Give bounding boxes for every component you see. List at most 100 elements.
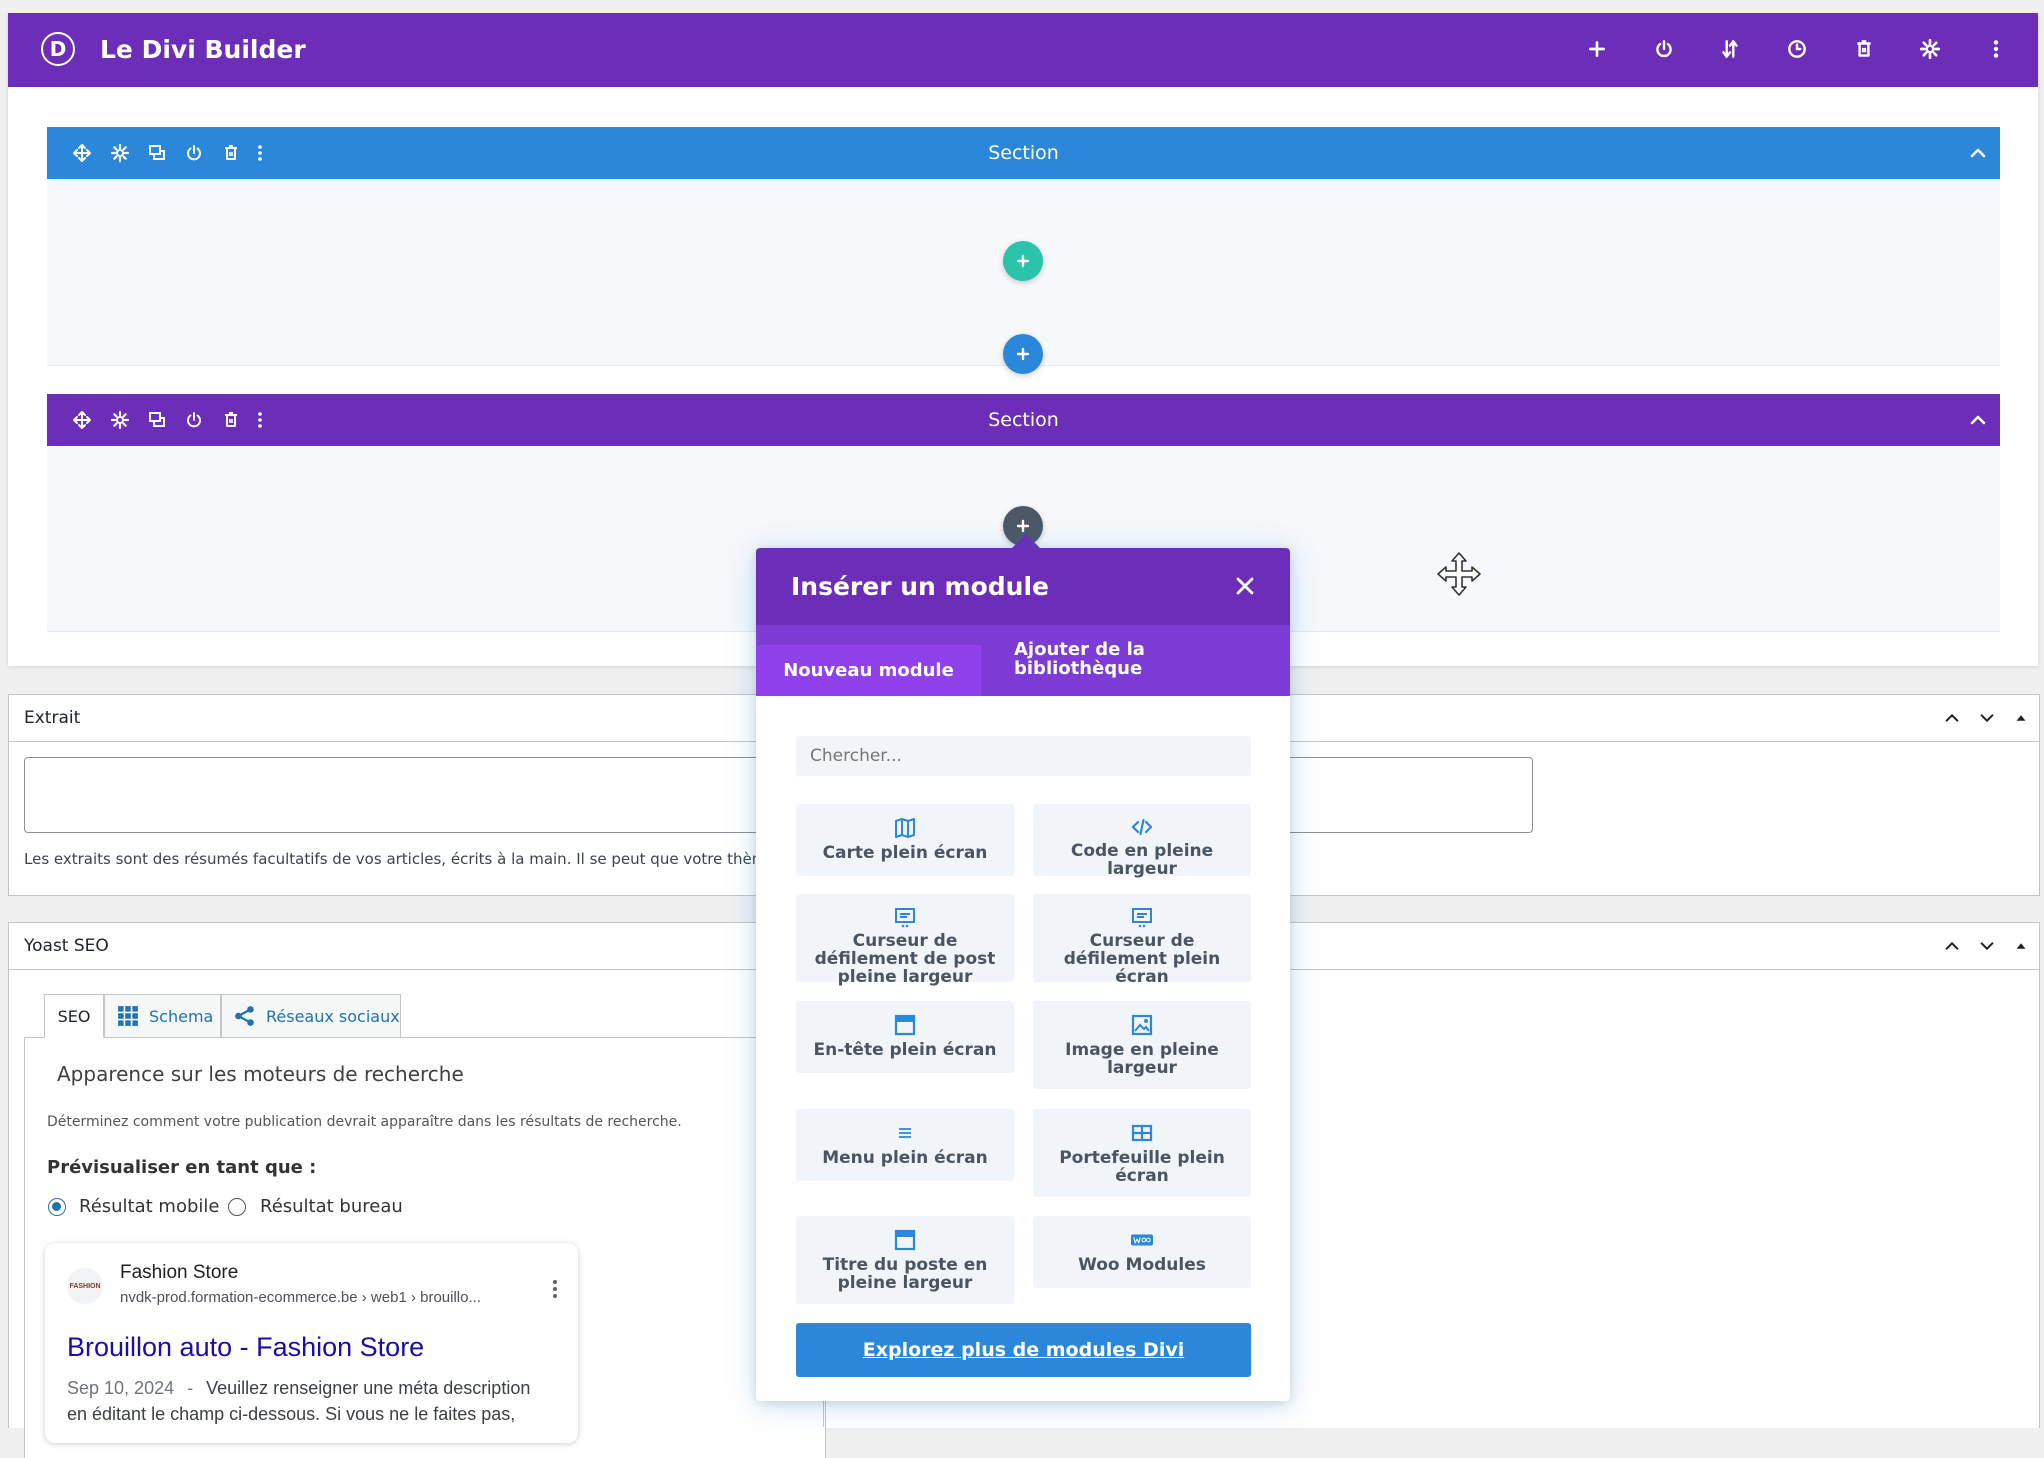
title-icon: [892, 1228, 918, 1252]
slider-icon: [892, 906, 918, 928]
share-icon: [235, 1006, 254, 1026]
module-fullwidth-post-title[interactable]: Titre du poste en pleine largeur: [796, 1216, 1014, 1304]
trash-icon[interactable]: [218, 407, 244, 433]
modal-header: Insérer un module: [756, 548, 1290, 625]
close-icon[interactable]: [1231, 572, 1259, 600]
module-fullwidth-code[interactable]: Code en pleine largeur: [1033, 804, 1251, 879]
radio-desktop[interactable]: [228, 1198, 246, 1216]
module-label: Curseur de défilement plein écran: [1063, 931, 1221, 987]
header-icon: [892, 1013, 918, 1037]
duplicate-icon[interactable]: [144, 140, 170, 166]
module-label: En-tête plein écran: [813, 1040, 997, 1060]
menu-icon: [892, 1121, 918, 1145]
tab-library[interactable]: Ajouter de la bibliothèque: [1014, 640, 1164, 690]
excerpt-title: Extrait: [24, 708, 81, 728]
tab-new-module[interactable]: Nouveau module: [756, 645, 981, 696]
chevron-up-icon[interactable]: [1965, 407, 1991, 433]
module-label: Menu plein écran: [822, 1148, 988, 1168]
chevron-down-icon[interactable]: [1976, 707, 1998, 729]
explore-more-modules-button[interactable]: Explorez plus de modules Divi: [796, 1323, 1251, 1377]
module-label: Portefeuille plein écran: [1059, 1148, 1225, 1186]
preview-snippet-1: Veuillez renseigner une méta description: [206, 1378, 531, 1398]
more-vertical-icon[interactable]: [545, 1277, 565, 1301]
section-1-header[interactable]: Section: [47, 127, 2000, 179]
module-label: Code en pleine largeur: [1070, 841, 1214, 879]
chevron-up-icon[interactable]: [1941, 935, 1963, 957]
more-vertical-icon[interactable]: [1979, 32, 2013, 66]
module-woo-modules[interactable]: Woo Modules: [1033, 1216, 1251, 1288]
radio-mobile-label[interactable]: Résultat mobile: [79, 1196, 219, 1217]
module-fullwidth-portfolio[interactable]: Portefeuille plein écran: [1033, 1109, 1251, 1197]
module-fullwidth-post-slider[interactable]: Curseur de défilement de post pleine lar…: [796, 894, 1014, 986]
history-icon[interactable]: [1780, 32, 1814, 66]
preview-date: Sep 10, 2024 - Veuillez renseigner une m…: [67, 1378, 530, 1399]
trash-icon[interactable]: [1847, 32, 1881, 66]
yoast-title: Yoast SEO: [24, 936, 109, 956]
module-fullwidth-menu[interactable]: Menu plein écran: [796, 1109, 1014, 1181]
preview-site-name: Fashion Store: [120, 1262, 239, 1283]
google-preview-card: FASHION Fashion Store nvdk-prod.formatio…: [45, 1243, 578, 1443]
excerpt-help-text: Les extraits sont des résumés facultatif…: [24, 850, 767, 868]
module-label: Curseur de défilement de post pleine lar…: [814, 931, 996, 987]
woo-icon: [1129, 1228, 1155, 1252]
gear-icon[interactable]: [1913, 32, 1947, 66]
portfolio-icon: [1129, 1121, 1155, 1145]
move-icon[interactable]: [69, 407, 95, 433]
collapse-toggle-icon[interactable]: [2010, 707, 2032, 729]
preview-date-value: Sep 10, 2024: [67, 1378, 175, 1398]
modal-tabs: Nouveau module Ajouter de la bibliothèqu…: [756, 625, 1290, 696]
more-vertical-icon[interactable]: [247, 140, 273, 166]
preview-title[interactable]: Brouillon auto - Fashion Store: [67, 1332, 424, 1363]
chevron-up-icon[interactable]: [1941, 707, 1963, 729]
module-label: Image en pleine largeur: [1065, 1040, 1219, 1078]
tab-seo[interactable]: SEO: [44, 994, 104, 1038]
power-icon[interactable]: [181, 407, 207, 433]
preview-separator: -: [187, 1378, 194, 1398]
radio-desktop-label[interactable]: Résultat bureau: [260, 1196, 403, 1217]
add-row-button[interactable]: [1003, 241, 1043, 281]
tab-social-label: Réseaux sociaux: [266, 1006, 400, 1026]
tab-seo-label: SEO: [57, 1006, 91, 1026]
add-section-button[interactable]: [1003, 334, 1043, 374]
yoast-description: Déterminez comment votre publication dev…: [47, 1114, 682, 1130]
builder-header: D Le Divi Builder: [8, 13, 2038, 87]
module-fullwidth-image[interactable]: Image en pleine largeur: [1033, 1001, 1251, 1089]
gear-icon[interactable]: [107, 407, 133, 433]
move-icon[interactable]: [69, 140, 95, 166]
divi-logo: D: [41, 32, 75, 66]
preview-url: nvdk-prod.formation-ecommerce.be › web1 …: [120, 1289, 481, 1306]
gear-icon[interactable]: [107, 140, 133, 166]
module-fullwidth-header[interactable]: En-tête plein écran: [796, 1001, 1014, 1073]
chevron-up-icon[interactable]: [1965, 140, 1991, 166]
section-2-label: Section: [988, 409, 1059, 431]
preview-snippet-2: en éditant le champ ci-dessous. Si vous …: [67, 1404, 516, 1424]
module-label: Titre du poste en pleine largeur: [822, 1255, 988, 1293]
builder-title: Le Divi Builder: [100, 35, 306, 64]
section-2-header[interactable]: Section: [47, 394, 2000, 446]
module-fullwidth-map[interactable]: Carte plein écran: [796, 804, 1014, 876]
module-fullwidth-slider[interactable]: Curseur de défilement plein écran: [1033, 894, 1251, 986]
modal-title: Insérer un module: [791, 572, 1049, 601]
module-search-input[interactable]: [796, 736, 1251, 776]
more-vertical-icon[interactable]: [247, 407, 273, 433]
collapse-toggle-icon[interactable]: [2010, 935, 2032, 957]
code-icon: [1129, 816, 1155, 838]
favicon: FASHION: [67, 1268, 103, 1304]
power-icon[interactable]: [181, 140, 207, 166]
trash-icon[interactable]: [218, 140, 244, 166]
grid-icon: [118, 1006, 138, 1026]
power-icon[interactable]: [1647, 32, 1681, 66]
duplicate-icon[interactable]: [144, 407, 170, 433]
tab-schema-label: Schema: [149, 1006, 214, 1026]
tab-schema[interactable]: Schema: [104, 994, 221, 1038]
slider-icon: [1129, 906, 1155, 928]
sort-icon[interactable]: [1713, 32, 1747, 66]
insert-module-modal: Insérer un module Nouveau module Ajouter…: [756, 548, 1290, 1401]
radio-mobile[interactable]: [48, 1198, 66, 1216]
module-label: Woo Modules: [1078, 1255, 1206, 1275]
plus-icon[interactable]: [1580, 32, 1614, 66]
tab-social[interactable]: Réseaux sociaux: [221, 994, 401, 1038]
yoast-heading: Apparence sur les moteurs de recherche: [57, 1062, 464, 1086]
chevron-down-icon[interactable]: [1976, 935, 1998, 957]
move-cursor-icon: [1435, 550, 1483, 598]
